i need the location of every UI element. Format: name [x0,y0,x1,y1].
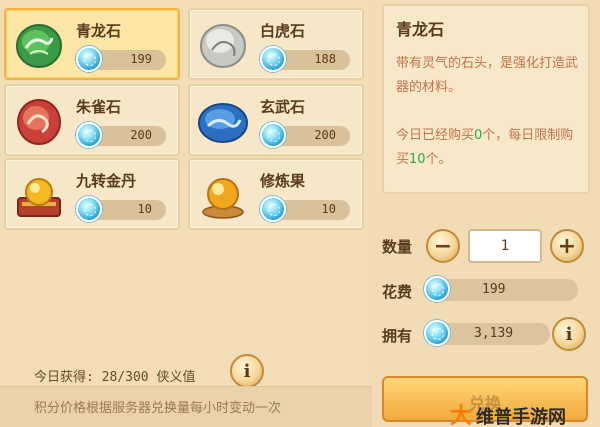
item-card-black-tortoise-stone[interactable]: 玄武石 200 [188,84,364,156]
item-name: 九转金丹 [76,172,137,190]
item-price: 10 [321,202,336,216]
cost-label: 花费 [382,283,413,301]
item-card-white-tiger-stone[interactable]: 白虎石 188 [188,8,364,80]
watermark-text: 维普手游网 [476,407,567,427]
item-list-panel: 青龙石 199 白虎石 188 朱雀石 200 玄武石 200 九转金丹 10 … [0,0,372,427]
item-card-golden-elixir[interactable]: 九转金丹 10 [4,158,180,230]
item-price: 200 [130,128,152,142]
owned-info-button[interactable]: i [552,317,586,351]
quantity-input[interactable]: 1 [468,229,542,263]
earned-info-button[interactable]: i [230,354,264,388]
info-icon: i [243,360,251,382]
increase-quantity-button[interactable]: + [550,229,584,263]
black-tortoise-stone-icon [196,94,250,148]
points-gem-icon [260,46,286,72]
owned-value: 3,139 [474,326,514,341]
item-price: 200 [314,128,336,142]
item-card-cultivation-fruit[interactable]: 修炼果 10 [188,158,364,230]
plus-icon: + [557,233,577,259]
item-card-vermilion-bird-stone[interactable]: 朱雀石 200 [4,84,180,156]
item-name: 朱雀石 [76,98,122,116]
quantity-label: 数量 [382,238,413,256]
item-price: 188 [314,52,336,66]
info-icon: i [565,323,573,345]
points-gem-icon [260,196,286,222]
item-price: 199 [130,52,152,66]
detail-title: 青龙石 [396,20,445,39]
cultivation-fruit-icon [196,168,250,222]
white-tiger-stone-icon [196,18,250,72]
cost-pill: 199 [430,279,578,301]
item-name: 修炼果 [260,172,306,190]
golden-elixir-icon [12,168,66,222]
daily-earned-text: 今日获得: 28/300 侠义值 [34,370,196,385]
price-note-text: 积分价格根据服务器兑换量每小时变动一次 [34,401,282,416]
points-gem-icon [424,320,450,346]
owned-label: 拥有 [382,327,413,345]
limit-suffix: 个。 [425,152,452,167]
points-gem-icon [76,196,102,222]
detail-description: 带有灵气的石头，是强化打造武器的材料。 [396,56,579,95]
limit-max-count: 10 [409,152,426,167]
site-watermark: 大维普手游网 [450,398,566,427]
item-name: 青龙石 [76,22,122,40]
limit-prefix: 今日已经购买 [396,128,475,143]
points-gem-icon [76,122,102,148]
item-detail-panel: 青龙石 带有灵气的石头，是强化打造武器的材料。 今日已经购买0个，每日限制购买1… [382,4,590,194]
green-dragon-stone-icon [12,18,66,72]
purchase-limit-text: 今日已经购买0个，每日限制购买10个。 [396,124,582,172]
item-name: 玄武石 [260,98,306,116]
points-gem-icon [424,276,450,302]
cost-value: 199 [482,282,506,297]
watermark-mark: 大 [450,404,473,427]
decrease-quantity-button[interactable]: − [426,229,460,263]
item-name: 白虎石 [260,22,306,40]
points-gem-icon [260,122,286,148]
item-card-green-dragon-stone[interactable]: 青龙石 199 [4,8,180,80]
minus-icon: − [433,233,453,259]
points-gem-icon [76,46,102,72]
item-price: 10 [137,202,152,216]
vermilion-bird-stone-icon [12,94,66,148]
